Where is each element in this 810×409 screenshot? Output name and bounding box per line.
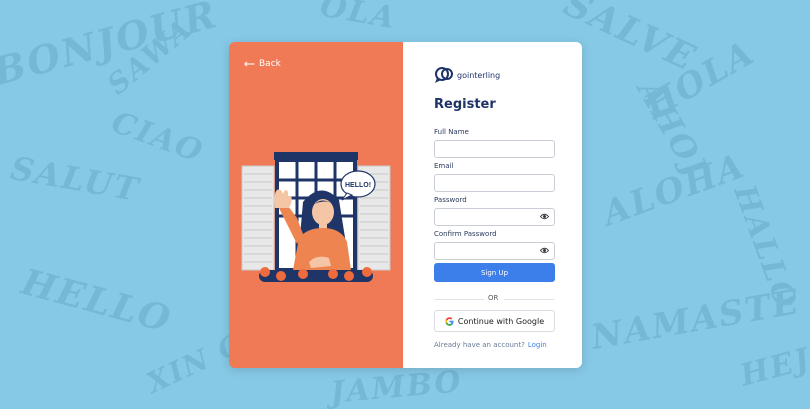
register-card: Back HELLO! gointerling Register Full Na… [229, 42, 582, 368]
password-label: Password [434, 196, 467, 204]
email-field[interactable] [434, 174, 555, 192]
bg-word: HEJ [736, 341, 810, 394]
back-link[interactable]: Back [244, 59, 281, 69]
password-field[interactable] [434, 208, 555, 226]
brand-logo: gointerling [434, 66, 500, 84]
eye-icon[interactable] [540, 246, 549, 255]
speech-bubble-text: HELLO! [345, 182, 371, 189]
page-title: Register [434, 97, 496, 112]
bg-word: SALUT [7, 148, 143, 210]
form-panel: gointerling Register Full Name Email Pas… [403, 42, 582, 368]
full-name-field[interactable] [434, 140, 555, 158]
bg-word: HELLO [17, 260, 177, 342]
window-girl-illustration: HELLO! [241, 152, 391, 282]
back-label: Back [259, 59, 281, 69]
login-link[interactable]: Login [528, 341, 547, 349]
back-arrow-icon [244, 61, 255, 67]
sign-up-button[interactable]: Sign Up [434, 263, 555, 282]
google-icon [445, 316, 454, 326]
email-label: Email [434, 162, 454, 170]
google-button-label: Continue with Google [457, 316, 545, 326]
logo-icon [435, 67, 453, 83]
brand-name: gointerling [457, 70, 501, 80]
confirm-password-label: Confirm Password [434, 230, 497, 238]
continue-with-google-button[interactable]: Continue with Google [434, 310, 555, 332]
confirm-password-field[interactable] [434, 242, 555, 260]
bg-word: JAMBO [328, 364, 465, 409]
full-name-label: Full Name [434, 128, 469, 136]
divider-line [504, 299, 554, 300]
login-prompt: Already have an account? Login [434, 341, 547, 349]
illustration-panel: Back HELLO! [229, 42, 403, 368]
or-divider-text: OR [488, 294, 499, 302]
bg-word: OLA [317, 0, 399, 37]
eye-icon[interactable] [540, 212, 549, 221]
login-prompt-text: Already have an account? [434, 341, 525, 349]
bg-word: CIAO [106, 104, 209, 171]
divider-line [434, 299, 484, 300]
